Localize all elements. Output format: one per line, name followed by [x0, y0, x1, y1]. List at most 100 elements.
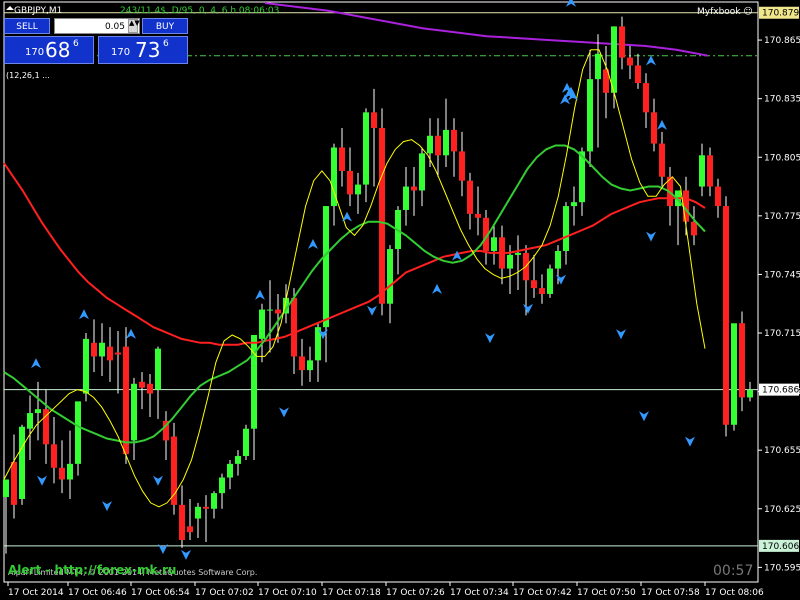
buy-button[interactable]: BUY	[142, 18, 188, 34]
candle-bull	[491, 237, 497, 251]
candle-bull	[35, 409, 41, 414]
candle-bull	[595, 53, 601, 80]
candle-bear	[275, 309, 281, 314]
candle-bull	[131, 383, 137, 441]
candle-bear	[11, 461, 17, 505]
candle-bull	[515, 252, 521, 255]
indicator-header: 243/11.4$, D/95, 0, 4, 6 h 08:06:03	[120, 6, 279, 16]
slow-moving-average-line	[3, 162, 706, 346]
upper-price-tag: 170.879	[762, 9, 799, 19]
long-moving-average-line	[264, 2, 709, 57]
candle-bear	[91, 342, 97, 357]
buy-signal-arrow-icon	[432, 283, 442, 294]
candle-bull	[19, 426, 25, 500]
symbol-title: GBPJPY,M1	[14, 6, 62, 16]
candle-bull	[507, 254, 513, 269]
candle-bull	[387, 249, 393, 304]
buy-signal-arrow-icon	[255, 289, 265, 300]
buy-signal-arrow-icon	[31, 358, 41, 369]
candle-bear	[179, 504, 185, 541]
candle-bear	[715, 186, 721, 207]
time-tick-label: 17 Oct 2014	[8, 588, 64, 598]
candle-bear	[299, 356, 305, 371]
time-tick-label: 17 Oct 07:42	[513, 588, 572, 598]
candle-bull	[99, 342, 105, 357]
price-chart[interactable]: 170.865 170.835 170.805 170.775 170.745 170.7…	[0, 0, 800, 600]
candle-bear	[539, 288, 545, 294]
candle-bull	[547, 268, 553, 294]
price-tick-label: 170.835	[764, 95, 800, 105]
candle-bear	[619, 26, 625, 58]
sell-signal-arrow-icon	[616, 329, 626, 340]
sell-signal-arrow-icon	[685, 436, 695, 447]
sell-price-box[interactable]: 170 68 6	[4, 36, 94, 64]
candle-bear	[451, 129, 457, 152]
candle-bull	[427, 135, 433, 154]
candle-bull	[699, 155, 705, 187]
time-tick-label: 17 Oct 07:58	[641, 588, 700, 598]
candle-bull	[571, 202, 577, 207]
candle-bull	[747, 389, 753, 398]
candle-bear	[291, 297, 297, 357]
candle-bull	[83, 338, 89, 394]
sell-signal-arrow-icon	[485, 333, 495, 344]
candle-bull	[731, 323, 737, 425]
candle-bull	[563, 206, 569, 251]
collapse-arrow-icon[interactable]	[6, 6, 14, 10]
lot-stepper-icon[interactable]: ▲▼	[128, 19, 140, 33]
candle-bull	[363, 112, 369, 185]
sell-signal-arrow-icon	[639, 411, 649, 422]
candle-bear	[371, 112, 377, 128]
candle-bear	[651, 112, 657, 144]
sell-button[interactable]: SELL	[4, 18, 50, 34]
time-tick-label: 17 Oct 07:18	[322, 588, 381, 598]
buy-price-box[interactable]: 170 73 6	[98, 36, 188, 64]
buy-signal-arrow-icon	[560, 94, 570, 105]
buy-signal-arrow-icon	[126, 328, 136, 339]
candle-bull	[155, 348, 161, 390]
sell-signal-arrow-icon	[102, 501, 112, 512]
candle-bear	[627, 57, 633, 66]
price-tick-label: 170.865	[764, 36, 800, 46]
sell-signal-arrow-icon	[153, 475, 163, 486]
candle-bear	[643, 83, 649, 113]
candle-bull	[219, 477, 225, 494]
current-price-tag: 170.686	[762, 386, 799, 396]
time-tick-label: 17 Oct 07:10	[258, 588, 317, 598]
candle-bear	[115, 352, 121, 355]
candle-bear	[435, 135, 441, 156]
candle-bull	[67, 463, 73, 480]
candle-bull	[27, 413, 33, 429]
time-tick-label: 17 Oct 07:26	[386, 588, 445, 598]
candle-bull	[211, 493, 217, 509]
sell-signal-arrow-icon	[37, 475, 47, 486]
candle-bull	[555, 250, 561, 269]
candle-bear	[139, 381, 145, 388]
candle-bear	[691, 221, 697, 236]
candle-bear	[147, 383, 153, 394]
chart-window[interactable]: 170.865 170.835 170.805 170.775 170.745 170.7…	[0, 0, 800, 600]
candle-bull	[419, 153, 425, 191]
candle-bull	[3, 479, 9, 498]
candle-bear	[411, 186, 417, 191]
candle-bear	[659, 143, 665, 177]
candle-bear	[459, 151, 465, 181]
candle-bear	[531, 280, 537, 289]
candle-bull	[259, 309, 265, 339]
candle-bull	[611, 26, 617, 93]
candle-bull	[323, 206, 329, 328]
time-tick-label: 17 Oct 06:54	[131, 588, 190, 598]
buy-signal-arrow-icon	[308, 238, 318, 249]
alert-text: Alert - http://forex-mk.ru	[8, 563, 176, 577]
candle-bull	[307, 360, 313, 371]
candle-bear	[203, 506, 209, 509]
candle-bull	[587, 79, 593, 152]
time-tick-label: 17 Oct 08:06	[705, 588, 764, 598]
time-tick-label: 17 Oct 07:50	[577, 588, 636, 598]
sell-signal-arrow-icon	[279, 407, 289, 418]
candle-bull	[235, 456, 241, 464]
candle-bull	[355, 184, 361, 195]
buy-price-sup: 6	[163, 39, 169, 49]
candle-bear	[59, 467, 65, 480]
candle-bear	[723, 206, 729, 425]
